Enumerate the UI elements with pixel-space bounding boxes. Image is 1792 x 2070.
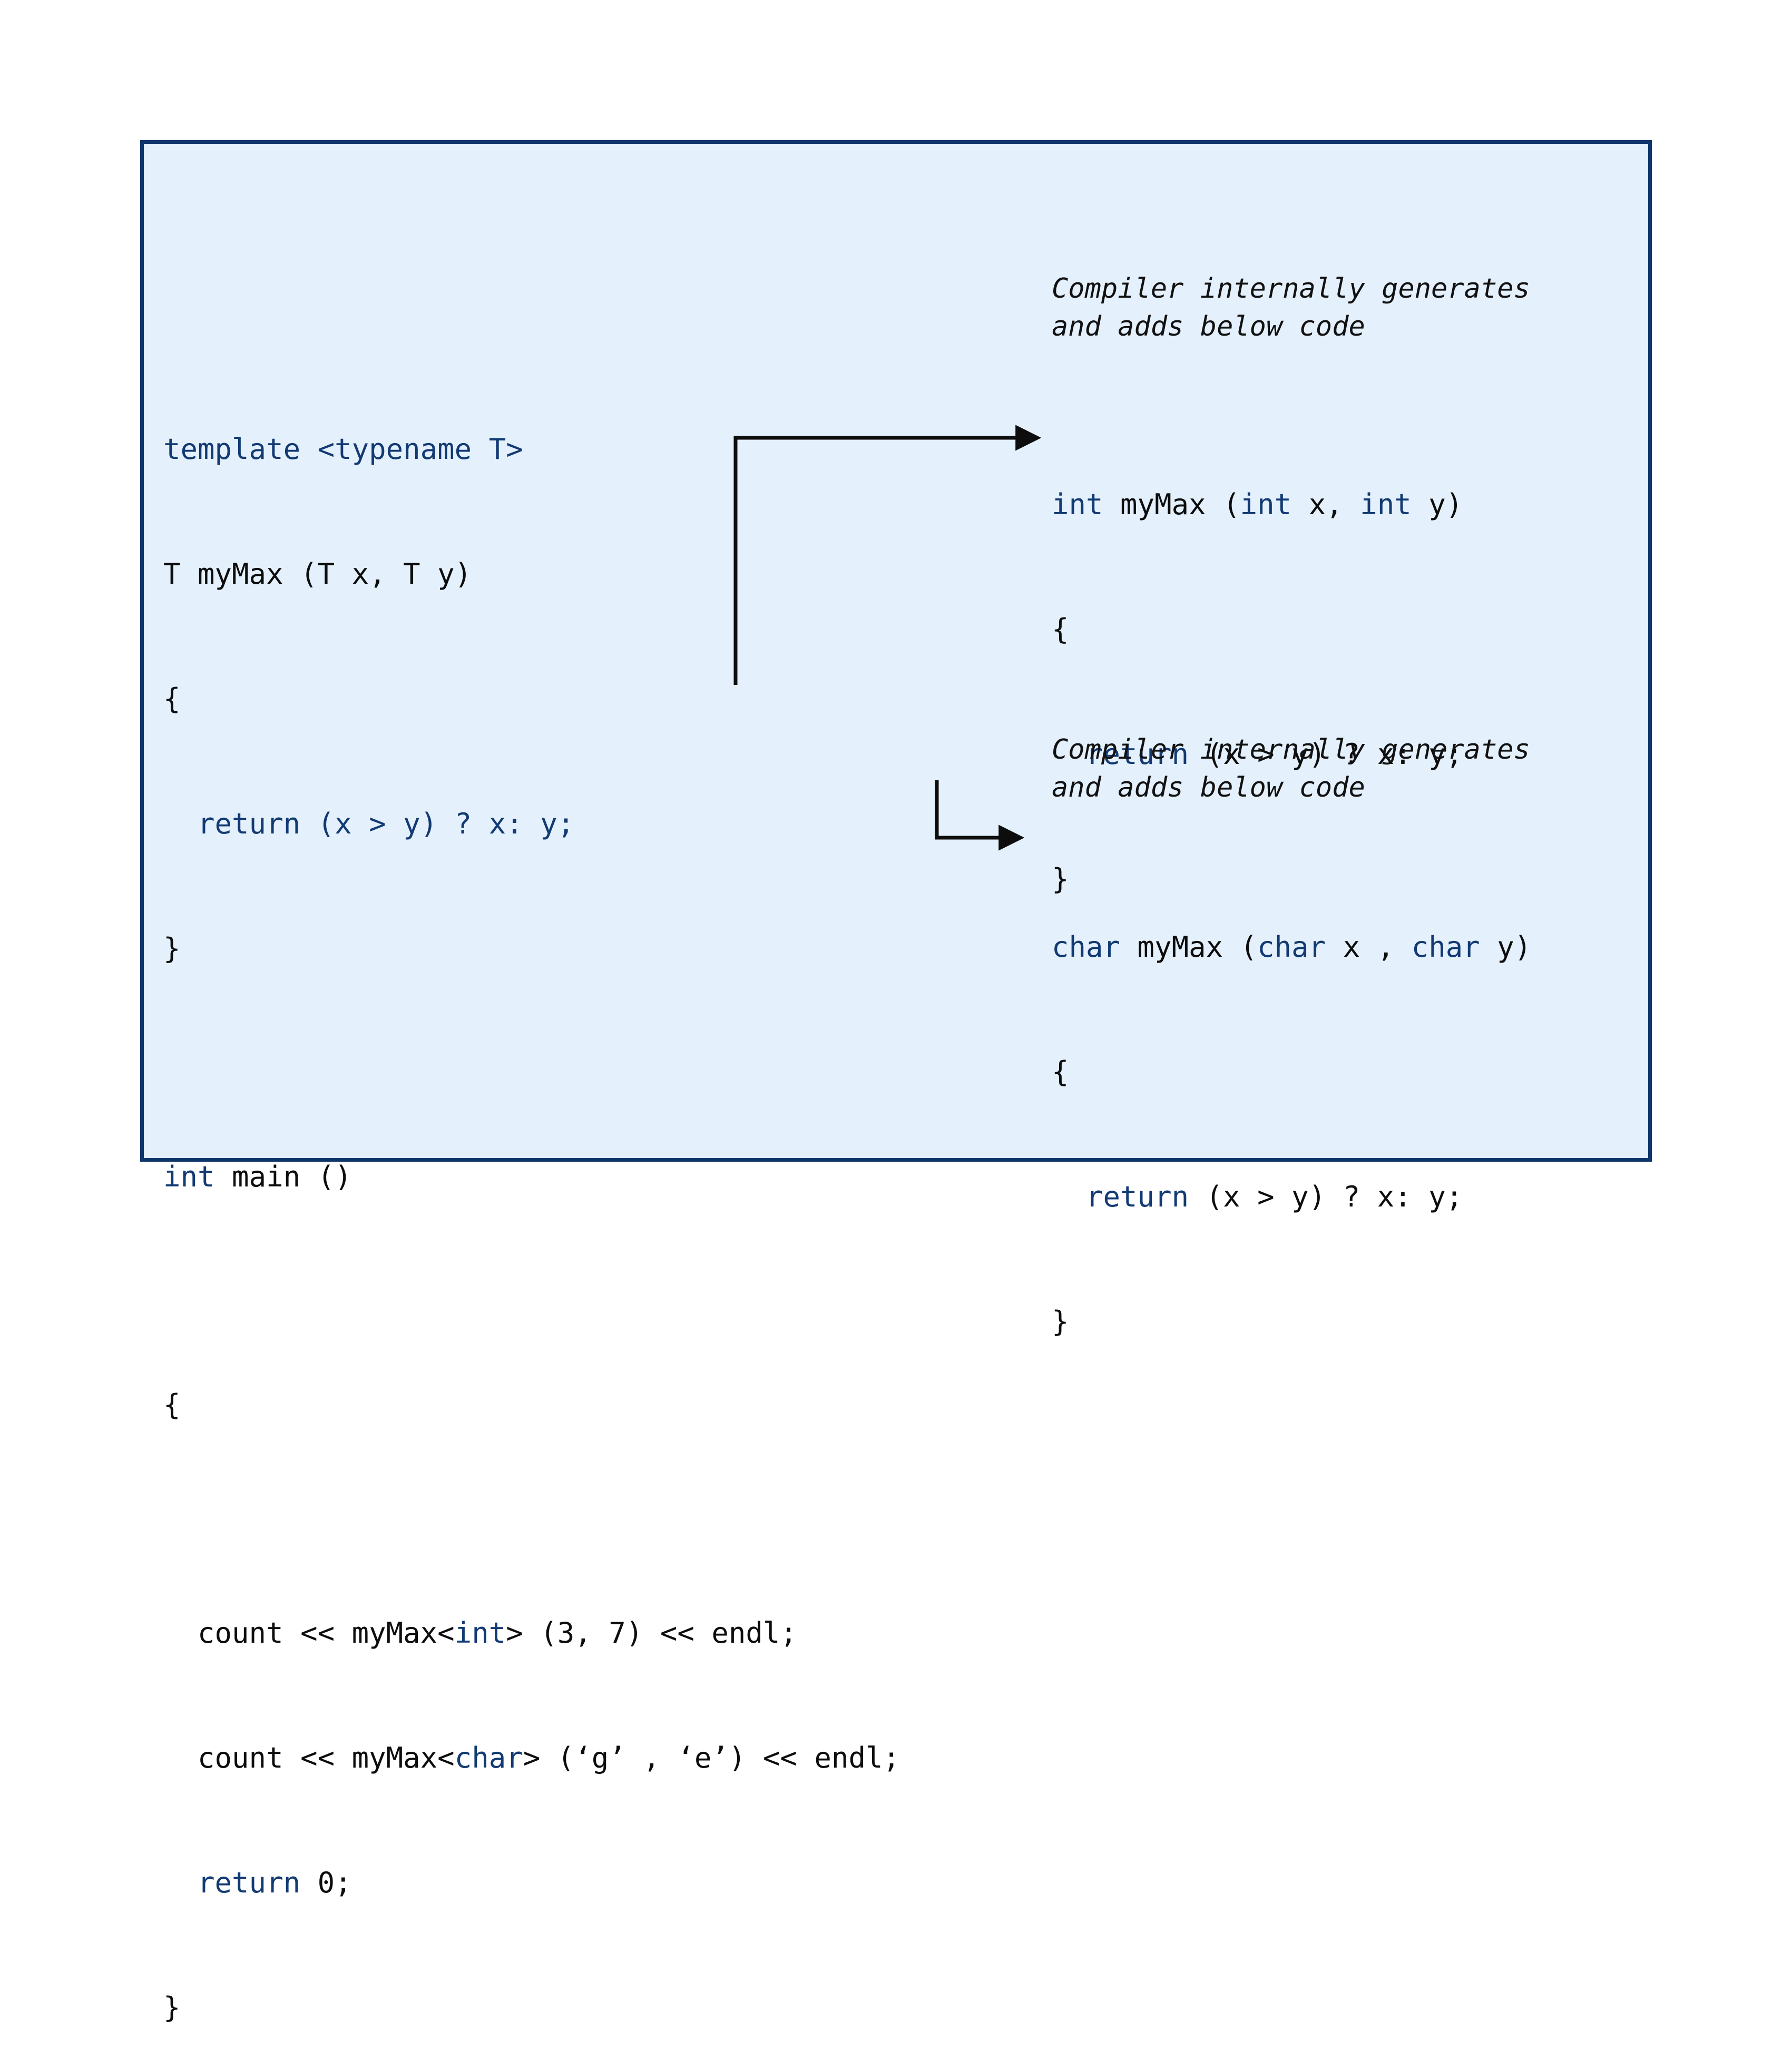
call-char-prefix: count << myMax<	[163, 1741, 455, 1774]
keyword-return-main: return	[163, 1866, 301, 1899]
code-line-call-char: count << myMax<char> (‘g’ , ‘e’) << endl…	[163, 1737, 900, 1779]
code-line-close-brace-1: }	[163, 932, 181, 965]
code-blank-line-1	[163, 1053, 900, 1073]
int-param1-type: int	[1240, 488, 1292, 521]
char-return-type: char	[1052, 930, 1121, 964]
call-int-prefix: count << myMax<	[163, 1616, 455, 1650]
char-fn-name: myMax (	[1120, 930, 1258, 964]
char-param2-name: y)	[1480, 930, 1532, 964]
code-line-template-decl: template <typename T>	[163, 433, 523, 466]
code-line-open-brace-2: {	[163, 1388, 181, 1421]
char-instantiation-code: char myMax (char x , char y) { return (x…	[1052, 843, 1531, 1384]
main-rest: main ()	[214, 1160, 352, 1193]
int-param2-type: int	[1360, 488, 1412, 521]
int-fn-name: myMax (	[1103, 488, 1240, 521]
code-line-main-signature: int main ()	[163, 1156, 900, 1198]
char-param1-type: char	[1257, 930, 1326, 964]
return-zero-value: 0;	[300, 1866, 352, 1899]
char-return-keyword: return	[1052, 1180, 1189, 1213]
int-signature-line: int myMax (int x, int y)	[1052, 484, 1463, 525]
char-param1-name: x ,	[1326, 930, 1412, 964]
char-return-expr: (x > y) ? x: y;	[1189, 1180, 1463, 1213]
call-char-suffix: > (‘g’ , ‘e’) << endl;	[523, 1741, 900, 1774]
code-line-call-int: count << myMax<int> (3, 7) << endl;	[163, 1612, 900, 1654]
note-char-instantiation: Compiler internally generates and adds b…	[1052, 734, 1530, 803]
code-line-close-brace-2: }	[163, 1991, 181, 2024]
keyword-int-arg: int	[454, 1616, 506, 1650]
call-int-suffix: > (3, 7) << endl;	[506, 1616, 797, 1650]
int-return-type: int	[1052, 488, 1103, 521]
char-body-line: return (x > y) ? x: y;	[1052, 1176, 1531, 1218]
code-line-return-ternary: return (x > y) ? x: y;	[163, 807, 575, 840]
template-source-code: template <typename T> T myMax (T x, T y)…	[163, 345, 900, 2070]
code-line-return-zero: return 0;	[163, 1862, 900, 1904]
code-line-open-brace-1: {	[163, 682, 181, 715]
code-line-mymax-signature: T myMax (T x, T y)	[163, 557, 472, 591]
int-param2-name: y)	[1411, 488, 1463, 521]
char-param2-type: char	[1411, 930, 1480, 964]
int-param1-name: x,	[1291, 488, 1360, 521]
code-blank-line-3	[163, 1509, 900, 1529]
code-blank-line-2	[163, 1281, 900, 1301]
char-signature-line: char myMax (char x , char y)	[1052, 926, 1531, 968]
char-close-brace: }	[1052, 1305, 1069, 1338]
keyword-char-arg: char	[454, 1741, 523, 1774]
char-open-brace: {	[1052, 1055, 1069, 1088]
int-open-brace: {	[1052, 613, 1069, 646]
note-int-instantiation: Compiler internally generates and adds b…	[1052, 273, 1530, 342]
keyword-int-main: int	[163, 1160, 215, 1193]
